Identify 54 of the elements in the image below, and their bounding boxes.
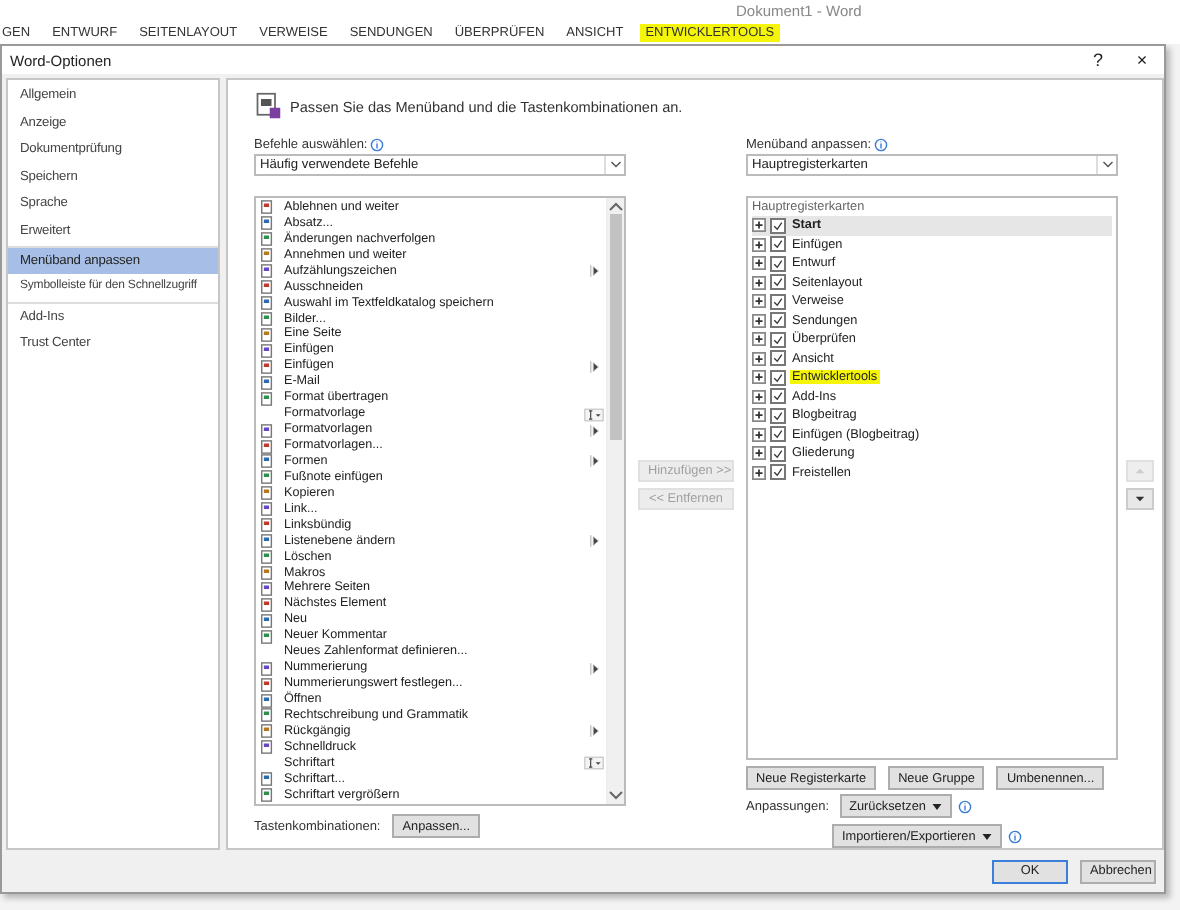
expand-icon bbox=[752, 408, 766, 423]
caret-icon bbox=[981, 833, 992, 839]
info-icon bbox=[957, 799, 972, 813]
info-icon bbox=[873, 137, 888, 151]
info-icon bbox=[369, 137, 384, 151]
checkbox[interactable] bbox=[770, 331, 786, 348]
scrollbar[interactable] bbox=[606, 198, 624, 804]
chevron-down-icon[interactable] bbox=[608, 788, 624, 804]
expand-icon bbox=[752, 465, 766, 480]
submenu-arrow-icon bbox=[589, 359, 599, 374]
expand-icon bbox=[752, 332, 766, 347]
chevron-down-icon bbox=[1101, 160, 1113, 170]
checkbox[interactable] bbox=[770, 388, 786, 405]
submenu-arrow-icon bbox=[589, 724, 599, 739]
expand-icon bbox=[752, 275, 766, 290]
checkbox[interactable] bbox=[770, 293, 786, 310]
chevron-down-icon bbox=[609, 160, 621, 170]
checkbox[interactable] bbox=[770, 464, 786, 481]
checkbox[interactable] bbox=[770, 350, 786, 367]
submenu-arrow-icon bbox=[589, 534, 599, 549]
expand-icon bbox=[752, 427, 766, 442]
move-down-button[interactable] bbox=[1126, 488, 1154, 510]
expand-icon bbox=[752, 256, 766, 271]
checkbox[interactable] bbox=[770, 369, 786, 386]
help-button[interactable]: ? bbox=[1076, 50, 1120, 70]
ribbon-settings-icon bbox=[254, 92, 282, 120]
checkbox[interactable] bbox=[770, 255, 786, 272]
submenu-arrow-icon bbox=[589, 454, 599, 469]
text-cursor-dropdown-icon bbox=[584, 756, 604, 771]
checkbox[interactable] bbox=[770, 274, 786, 291]
expand-icon bbox=[752, 237, 766, 252]
checkbox[interactable] bbox=[770, 407, 786, 424]
expand-icon bbox=[752, 370, 766, 385]
triangle-down-icon bbox=[1134, 494, 1146, 504]
expand-icon bbox=[752, 351, 766, 366]
expand-icon bbox=[752, 313, 766, 328]
expand-icon bbox=[752, 294, 766, 309]
submenu-arrow-icon bbox=[589, 264, 599, 279]
submenu-arrow-icon bbox=[589, 423, 599, 438]
triangle-up-icon bbox=[1134, 466, 1146, 476]
chevron-up-icon[interactable] bbox=[608, 198, 624, 214]
info-icon bbox=[1007, 829, 1022, 843]
submenu-arrow-icon bbox=[589, 661, 599, 676]
text-cursor-dropdown-icon bbox=[584, 407, 604, 422]
caret-icon bbox=[931, 803, 942, 809]
checkbox[interactable] bbox=[770, 217, 786, 234]
expand-icon bbox=[752, 389, 766, 404]
expand-icon bbox=[752, 446, 766, 461]
checkbox[interactable] bbox=[770, 445, 786, 462]
checkbox[interactable] bbox=[770, 426, 786, 443]
expand-icon bbox=[752, 218, 766, 233]
checkbox[interactable] bbox=[770, 312, 786, 329]
checkbox[interactable] bbox=[770, 236, 786, 253]
close-button[interactable]: × bbox=[1120, 50, 1164, 70]
